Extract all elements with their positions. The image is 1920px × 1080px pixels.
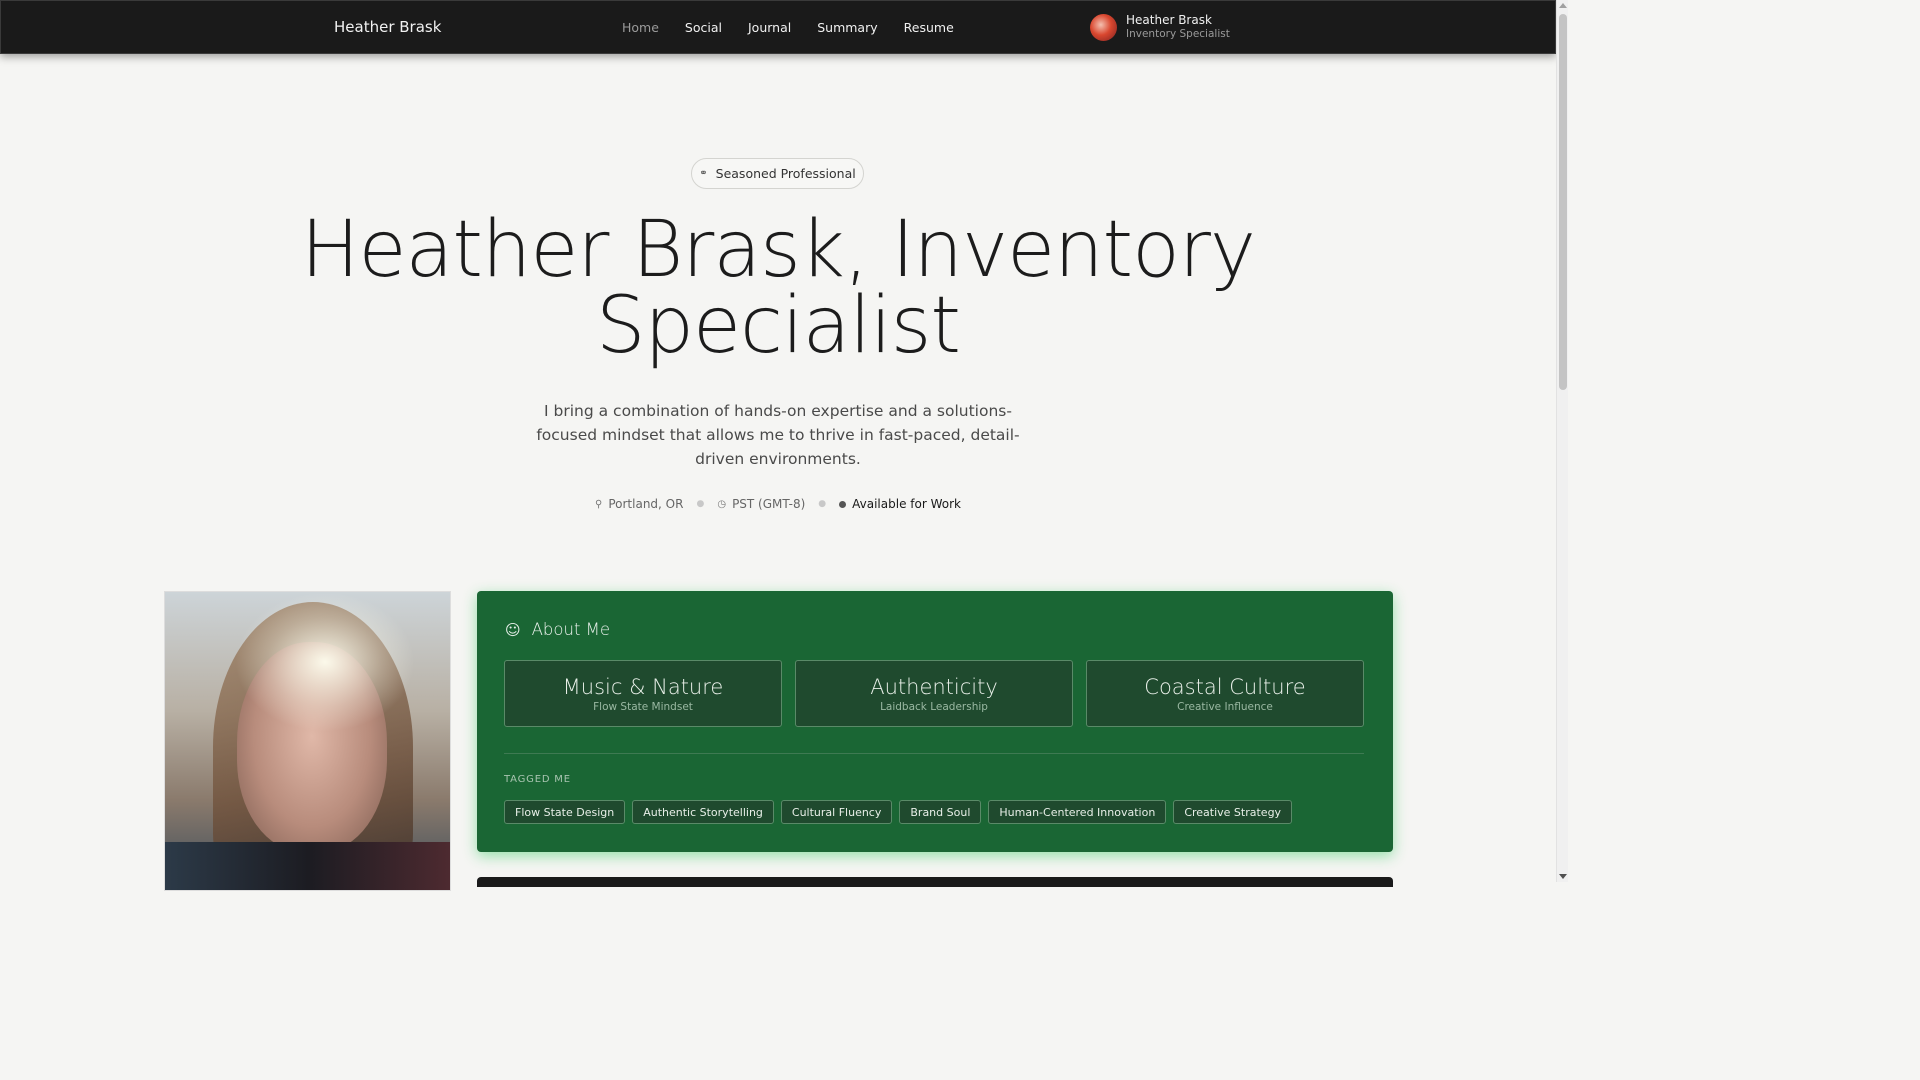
nav-summary[interactable]: Summary	[817, 20, 877, 35]
photo-shirt	[165, 842, 450, 890]
profile-menu[interactable]: Heather Brask Inventory Specialist	[1090, 13, 1230, 41]
meta-row: ⚲ Portland, OR ● ◷ PST (GMT-8) ● Availab…	[0, 497, 1556, 511]
stat-value: Music & Nature	[562, 675, 724, 699]
tag-chip[interactable]: Cultural Fluency	[780, 800, 893, 824]
about-card: ☺ About Me Music & Nature Flow State Min…	[477, 591, 1393, 852]
tag-chip[interactable]: Flow State Design	[504, 800, 626, 824]
location-text: Portland, OR	[608, 497, 684, 511]
scroll-down-icon[interactable]	[1559, 874, 1567, 879]
about-heading: ☺ About Me	[505, 620, 610, 639]
next-section-card	[477, 877, 1393, 887]
main-nav: Home Social Journal Summary Resume	[609, 20, 967, 35]
tag-list: Flow State Design Authentic Storytelling…	[504, 800, 1299, 824]
user-icon: ☺	[505, 620, 521, 639]
separator-dot: ●	[818, 499, 827, 509]
stat-value: Authenticity	[870, 675, 998, 699]
about-title: About Me	[531, 620, 611, 639]
stat-label: Creative Influence	[1177, 701, 1273, 713]
scroll-up-icon[interactable]	[1559, 3, 1567, 8]
tag-chip[interactable]: Authentic Storytelling	[632, 800, 774, 824]
status-dot-icon	[839, 500, 847, 508]
award-icon: ⚭	[699, 168, 708, 179]
location-item: ⚲ Portland, OR	[595, 497, 683, 511]
nav-journal[interactable]: Journal	[748, 20, 791, 35]
tagged-label: TAGGED ME	[504, 774, 571, 785]
hero-subtitle: I bring a combination of hands-on expert…	[536, 402, 1020, 468]
experience-badge: ⚭ Seasoned Professional	[691, 158, 864, 189]
profile-role: Inventory Specialist	[1126, 28, 1230, 40]
avatar	[1090, 13, 1117, 41]
stat-value: Coastal Culture	[1144, 675, 1306, 699]
timezone-item: ◷ PST (GMT-8)	[717, 497, 805, 511]
page-title: Heather Brask, Inventory Specialist	[300, 205, 1256, 371]
stat-label: Laidback Leadership	[880, 701, 988, 713]
top-navbar: Heather Brask Home Social Journal Summar…	[0, 0, 1556, 54]
timezone-text: PST (GMT-8)	[732, 497, 806, 511]
profile-name: Heather Brask	[1126, 13, 1212, 27]
divider	[504, 753, 1364, 754]
map-pin-icon: ⚲	[595, 498, 603, 510]
scroll-thumb[interactable]	[1559, 14, 1567, 390]
nav-home[interactable]: Home	[622, 20, 659, 35]
stat-tile: Music & Nature Flow State Mindset	[504, 660, 782, 727]
tag-chip[interactable]: Creative Strategy	[1173, 800, 1293, 824]
status-text: Available for Work	[852, 497, 961, 511]
tag-chip[interactable]: Human-Centered Innovation	[988, 800, 1167, 824]
stat-tile: Coastal Culture Creative Influence	[1086, 660, 1364, 727]
profile-photo	[164, 591, 451, 891]
separator-dot: ●	[696, 499, 705, 509]
badge-label: Seasoned Professional	[715, 166, 856, 181]
tag-chip[interactable]: Brand Soul	[899, 800, 982, 824]
photo-sunlight	[235, 592, 415, 732]
about-stats: Music & Nature Flow State Mindset Authen…	[504, 660, 1364, 727]
page-scrollbar[interactable]	[1556, 0, 1568, 882]
brand-link[interactable]: Heather Brask	[334, 18, 441, 36]
stat-label: Flow State Mindset	[593, 701, 693, 713]
nav-social[interactable]: Social	[685, 20, 722, 35]
status-item: Available for Work	[839, 497, 961, 511]
clock-icon: ◷	[717, 498, 727, 510]
nav-resume[interactable]: Resume	[904, 20, 954, 35]
stat-tile: Authenticity Laidback Leadership	[795, 660, 1073, 727]
